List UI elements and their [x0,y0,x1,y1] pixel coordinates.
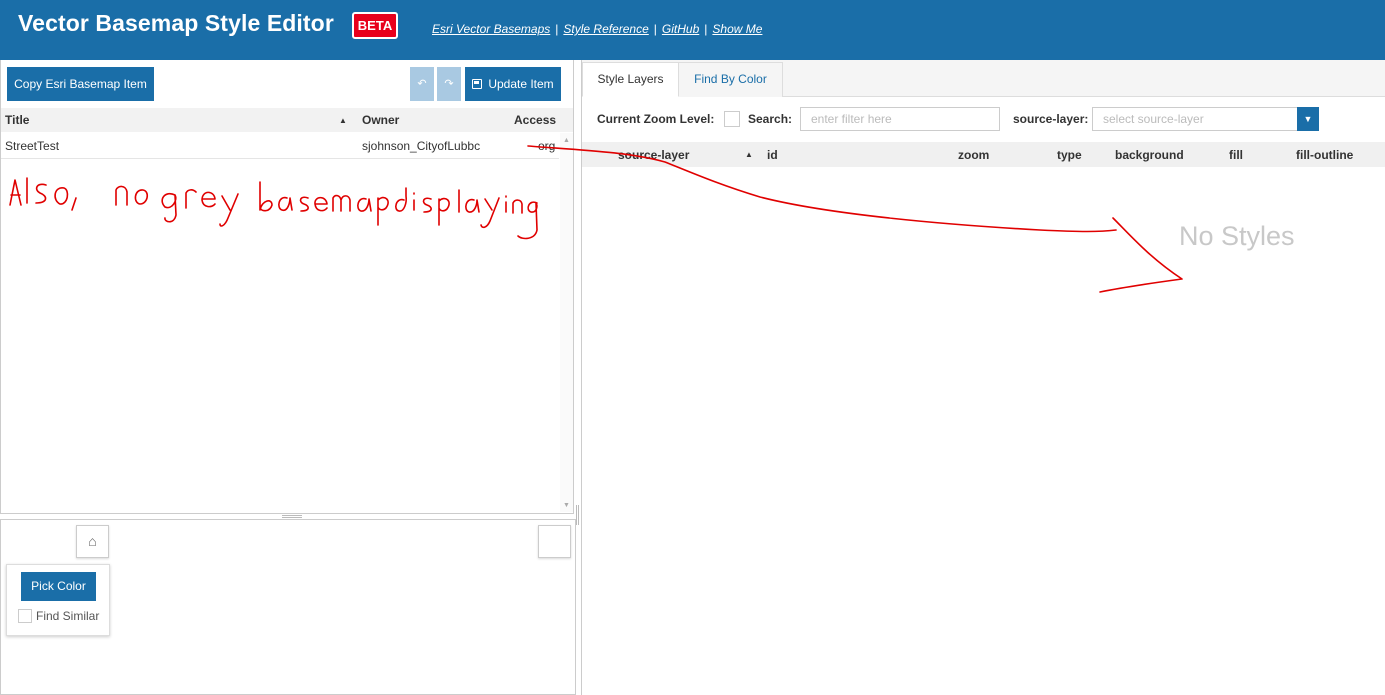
find-similar-label: Find Similar [36,609,100,623]
column-fill-outline[interactable]: fill-outline [1296,148,1353,162]
app-header: Vector Basemap Style Editor BETA Esri Ve… [0,0,1385,60]
horizontal-splitter-handle[interactable] [282,515,302,518]
styles-panel: Style Layers Find By Color Current Zoom … [581,60,1385,695]
scroll-down-icon[interactable]: ▼ [563,502,570,509]
column-type[interactable]: type [1057,148,1082,162]
style-table-header: source-layer ▲ id zoom type background f… [582,142,1385,167]
zoom-level-checkbox[interactable] [724,111,740,127]
zoom-level-label: Current Zoom Level: [597,112,715,126]
pick-color-panel: Pick Color Find Similar [6,564,110,636]
source-layer-placeholder: select source-layer [1103,112,1204,126]
find-similar-option[interactable]: Find Similar [18,609,99,623]
save-icon [472,79,483,89]
undo-button[interactable]: ↶ [410,67,434,101]
map-widget-button[interactable] [538,525,571,558]
find-similar-checkbox[interactable] [18,609,32,623]
link-show-me[interactable]: Show Me [712,22,762,36]
update-item-label: Update Item [488,77,554,91]
beta-badge: BETA [352,12,398,39]
update-item-button[interactable]: Update Item [465,67,561,101]
column-background[interactable]: background [1115,148,1184,162]
home-button[interactable]: ⌂ [76,525,109,558]
link-style-reference[interactable]: Style Reference [563,22,648,36]
column-zoom[interactable]: zoom [958,148,989,162]
app-title: Vector Basemap Style Editor [18,10,334,36]
source-layer-select[interactable]: select source-layer ▼ [1092,107,1319,131]
search-label: Search: [748,112,793,126]
search-input[interactable] [800,107,1000,131]
home-icon: ⌂ [88,533,97,549]
row-title: StreetTest [5,139,60,153]
redo-icon: ↷ [444,78,454,90]
items-panel: Copy Esri Basemap Item ↶ ↷ Update Item T… [0,60,574,514]
sort-ascending-icon: ▲ [339,116,347,125]
map-view[interactable]: ⌂ Pick Color Find Similar [0,519,576,695]
table-row[interactable]: StreetTest sjohnson_CityofLubbc org [1,133,559,159]
link-github[interactable]: GitHub [662,22,699,36]
column-access[interactable]: Access [514,113,556,127]
header-links: Esri Vector Basemaps | Style Reference | Git… [432,22,762,36]
link-separator: | [555,22,559,36]
vertical-splitter-handle[interactable] [576,505,579,525]
link-separator: | [704,22,708,36]
pick-color-button[interactable]: Pick Color [21,572,96,601]
copy-basemap-button[interactable]: Copy Esri Basemap Item [7,67,154,101]
column-fill[interactable]: fill [1229,148,1243,162]
column-id[interactable]: id [767,148,778,162]
row-access: org [538,139,556,153]
sort-ascending-icon: ▲ [745,150,753,159]
column-source-layer[interactable]: source-layer [618,148,689,162]
tab-find-by-color[interactable]: Find By Color [679,62,783,97]
tab-style-layers[interactable]: Style Layers [582,62,679,97]
scroll-up-icon[interactable]: ▲ [563,137,570,144]
link-esri-vector-basemaps[interactable]: Esri Vector Basemaps [432,22,550,36]
row-owner: sjohnson_CityofLubbc [362,139,481,153]
chevron-down-icon[interactable]: ▼ [1297,107,1319,131]
items-scrollbar[interactable]: ▲ ▼ [560,133,573,512]
column-owner[interactable]: Owner [362,113,399,127]
link-separator: | [653,22,657,36]
tabs-bar: Style Layers Find By Color [582,60,1385,97]
filter-bar: Current Zoom Level: Search: source-layer… [582,104,1385,136]
empty-state-message: No Styles [1179,221,1295,251]
column-title[interactable]: Title [5,113,29,127]
source-layer-label: source-layer: [1013,112,1089,126]
items-table-header: Title ▲ Owner Access [1,108,573,132]
redo-button[interactable]: ↷ [437,67,461,101]
undo-icon: ↶ [417,78,427,90]
